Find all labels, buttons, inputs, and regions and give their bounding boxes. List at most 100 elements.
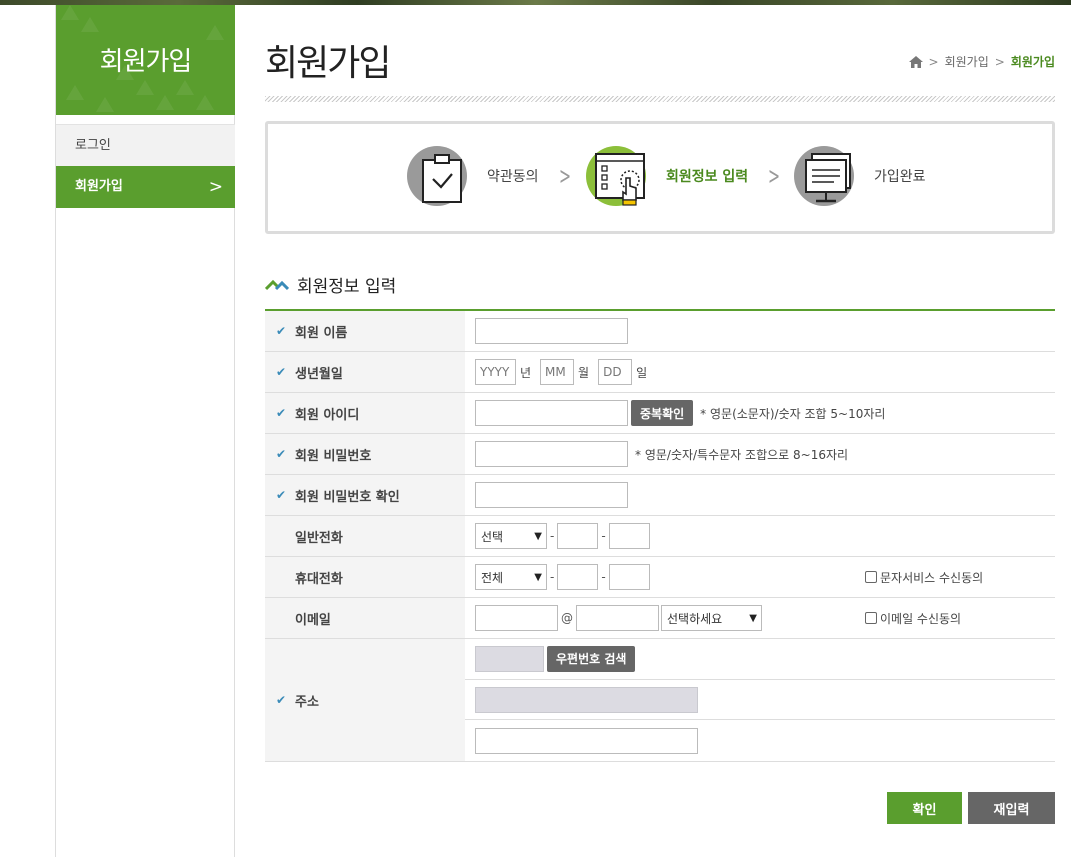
required-check-icon: ✔ bbox=[276, 324, 287, 338]
chevron-down-icon: ▼ bbox=[534, 530, 542, 542]
field-label: 생년월일 bbox=[295, 366, 343, 382]
email-agree-checkbox[interactable] bbox=[865, 612, 877, 624]
monitor-icon bbox=[794, 146, 854, 206]
dash: - bbox=[601, 529, 606, 543]
form-row-userid: ✔ 회원 아이디 중복확인 * 영문(소문자)/숫자 조합 5~10자리 bbox=[265, 393, 1055, 434]
mobile-last-input[interactable] bbox=[608, 564, 650, 590]
breadcrumb-separator: > bbox=[994, 54, 1005, 69]
field-label: 회원 비밀번호 bbox=[295, 448, 372, 464]
breadcrumb: > 회원가입 > 회원가입 bbox=[908, 53, 1055, 70]
phone-prefix-select[interactable]: 선택 ▼ bbox=[475, 523, 547, 549]
email-domain-select[interactable]: 선택하세요 ▼ bbox=[661, 605, 762, 631]
sidebar-item-label: 로그인 bbox=[75, 138, 111, 153]
reset-button[interactable]: 재입력 bbox=[968, 792, 1055, 824]
email-domain-input[interactable] bbox=[576, 605, 659, 631]
step-label: 가입완료 bbox=[874, 169, 926, 185]
duplicate-check-button[interactable]: 중복확인 bbox=[631, 400, 694, 426]
field-label: 휴대전화 bbox=[295, 571, 343, 587]
form-row-email: 이메일 @ 선택하세요 ▼ 이메일 수신동의 bbox=[265, 598, 1055, 639]
required-check-icon: ✔ bbox=[276, 365, 287, 379]
field-label: 일반전화 bbox=[295, 530, 343, 546]
step-complete: 가입완료 bbox=[794, 146, 926, 206]
sms-agree-label: 문자서비스 수신동의 bbox=[880, 570, 984, 585]
mobile-prefix-select[interactable]: 전체 ▼ bbox=[475, 564, 547, 590]
required-check-icon: ✔ bbox=[276, 693, 287, 707]
sidebar-item-signup[interactable]: 회원가입 > bbox=[56, 166, 235, 208]
hatch-divider bbox=[265, 96, 1055, 102]
section-title: 회원정보 입력 bbox=[265, 272, 396, 297]
form-row-address: ✔ 주소 우편번호 검색 bbox=[265, 639, 1055, 762]
userid-note: * 영문(소문자)/숫자 조합 5~10자리 bbox=[700, 406, 886, 421]
field-label: 주소 bbox=[295, 694, 319, 710]
email-agree-label: 이메일 수신동의 bbox=[880, 611, 962, 626]
email-agree[interactable]: 이메일 수신동의 bbox=[865, 610, 961, 627]
form-row-mobile: 휴대전화 전체 ▼ - - 문자서비스 수신동의 bbox=[265, 557, 1055, 598]
password-confirm-input[interactable] bbox=[475, 482, 628, 508]
day-unit: 일 bbox=[636, 365, 648, 380]
page-title: 회원가입 bbox=[265, 43, 391, 84]
required-check-icon: ✔ bbox=[276, 488, 287, 502]
address-main-input[interactable] bbox=[475, 686, 698, 713]
phone-middle-input[interactable] bbox=[557, 523, 599, 549]
dash: - bbox=[601, 570, 606, 584]
signup-steps: 약관동의 > 회원정보 입력 > 가입완료 bbox=[265, 121, 1055, 234]
month-unit: 월 bbox=[578, 365, 590, 380]
form-actions: 확인 재입력 bbox=[887, 792, 1055, 824]
sidebar-menu: 로그인 회원가입 > bbox=[56, 124, 235, 208]
section-title-text: 회원정보 입력 bbox=[297, 277, 397, 297]
breadcrumb-current: 회원가입 bbox=[1010, 55, 1055, 69]
at-sign: @ bbox=[561, 611, 573, 625]
step-terms: 약관동의 bbox=[407, 146, 539, 206]
password-note: * 영문/숫자/특수문자 조합으로 8~16자리 bbox=[635, 447, 849, 462]
home-icon[interactable] bbox=[908, 55, 923, 68]
field-label: 회원 비밀번호 확인 bbox=[295, 489, 400, 505]
step-arrow-icon: > bbox=[768, 162, 781, 190]
dash: - bbox=[550, 529, 555, 543]
sidebar-title: 회원가입 bbox=[99, 47, 193, 77]
form-row-birth: ✔ 생년월일 YYYY 년 MM 월 DD 일 bbox=[265, 352, 1055, 393]
phone-last-input[interactable] bbox=[608, 523, 650, 549]
dash: - bbox=[550, 570, 555, 584]
chevron-right-icon: > bbox=[208, 177, 223, 197]
breadcrumb-separator: > bbox=[928, 54, 939, 69]
form-row-password: ✔ 회원 비밀번호 * 영문/숫자/특수문자 조합으로 8~16자리 bbox=[265, 434, 1055, 475]
birth-day-input[interactable]: DD bbox=[598, 359, 633, 385]
password-input[interactable] bbox=[475, 441, 628, 467]
sidebar: 회원가입 로그인 회원가입 > bbox=[55, 5, 235, 857]
field-label: 회원 아이디 bbox=[295, 407, 360, 423]
select-value: 선택 bbox=[481, 529, 504, 544]
required-check-icon: ✔ bbox=[276, 406, 287, 420]
step-info: 회원정보 입력 bbox=[586, 146, 748, 206]
mobile-middle-input[interactable] bbox=[557, 564, 599, 590]
sms-agree[interactable]: 문자서비스 수신동의 bbox=[865, 569, 983, 586]
field-label: 이메일 bbox=[295, 612, 331, 628]
confirm-button[interactable]: 확인 bbox=[887, 792, 962, 824]
sms-agree-checkbox[interactable] bbox=[865, 571, 877, 583]
required-check-icon: ✔ bbox=[276, 447, 287, 461]
chevron-down-icon: ▼ bbox=[534, 571, 542, 583]
field-label: 회원 이름 bbox=[295, 325, 348, 341]
form-row-name: ✔ 회원 이름 bbox=[265, 311, 1055, 352]
section-mark-icon bbox=[265, 279, 289, 290]
select-value: 전체 bbox=[481, 570, 504, 585]
step-arrow-icon: > bbox=[559, 162, 572, 190]
email-id-input[interactable] bbox=[475, 605, 558, 631]
breadcrumb-item[interactable]: 회원가입 bbox=[945, 53, 989, 70]
userid-input[interactable] bbox=[475, 400, 628, 426]
birth-month-input[interactable]: MM bbox=[540, 359, 575, 385]
form-click-icon bbox=[586, 146, 646, 206]
clipboard-check-icon bbox=[407, 146, 467, 206]
zipcode-search-button[interactable]: 우편번호 검색 bbox=[547, 645, 636, 672]
zipcode-input[interactable] bbox=[475, 645, 544, 672]
name-input[interactable] bbox=[475, 318, 628, 344]
sidebar-header: 회원가입 bbox=[56, 5, 235, 115]
step-label: 회원정보 입력 bbox=[666, 169, 749, 185]
step-label: 약관동의 bbox=[487, 169, 539, 185]
form-row-phone: 일반전화 선택 ▼ - - bbox=[265, 516, 1055, 557]
sidebar-item-login[interactable]: 로그인 bbox=[56, 124, 235, 166]
birth-year-input[interactable]: YYYY bbox=[475, 359, 516, 385]
address-detail-input[interactable] bbox=[475, 727, 698, 754]
select-value: 선택하세요 bbox=[667, 611, 723, 626]
year-unit: 년 bbox=[520, 365, 532, 380]
member-form: ✔ 회원 이름 ✔ 생년월일 YYYY 년 MM 월 DD 일 ✔ 회원 아이디 중복… bbox=[265, 309, 1055, 762]
